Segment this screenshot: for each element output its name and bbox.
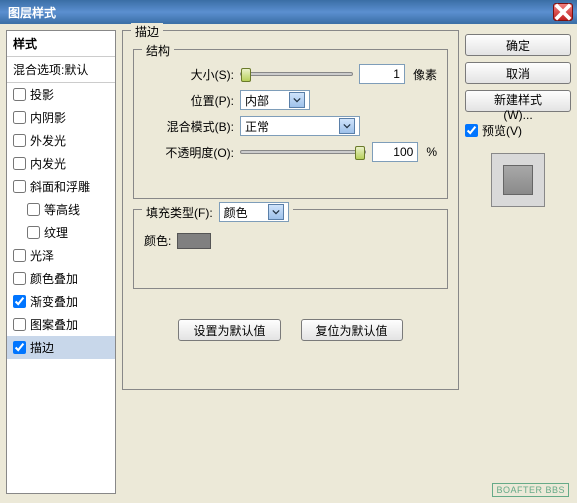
structure-group: 结构 大小(S): 像素 位置(P): 内部 混合模式(B): — [133, 49, 448, 199]
set-default-button[interactable]: 设置为默认值 — [178, 319, 280, 341]
right-panel: 确定 取消 新建样式(W)... 预览(V) — [465, 30, 571, 494]
styles-sidebar: 样式 混合选项:默认 投影内阴影外发光内发光斜面和浮雕等高线纹理光泽颜色叠加渐变… — [6, 30, 116, 494]
opacity-row: 不透明度(O): % — [144, 142, 437, 162]
sidebar-item-label: 内阴影 — [30, 109, 66, 126]
stroke-group-label: 描边 — [131, 23, 163, 40]
new-style-button[interactable]: 新建样式(W)... — [465, 90, 571, 112]
filltype-group: 填充类型(F): 颜色 颜色: — [133, 209, 448, 289]
sidebar-item-label: 纹理 — [44, 224, 68, 241]
sidebar-item-5[interactable]: 等高线 — [7, 198, 115, 221]
sidebar-checkbox-6[interactable] — [27, 226, 40, 239]
size-label: 大小(S): — [144, 66, 234, 83]
color-label: 颜色: — [144, 232, 171, 249]
sidebar-checkbox-7[interactable] — [13, 249, 26, 262]
sidebar-checkbox-5[interactable] — [27, 203, 40, 216]
window-title: 图层样式 — [4, 4, 553, 21]
chevron-down-icon — [268, 204, 284, 220]
sidebar-checkbox-1[interactable] — [13, 111, 26, 124]
blendmode-select[interactable]: 正常 — [240, 116, 360, 136]
preview-box — [491, 153, 545, 207]
sidebar-item-label: 颜色叠加 — [30, 270, 78, 287]
opacity-input[interactable] — [372, 142, 418, 162]
size-input[interactable] — [359, 64, 405, 84]
default-buttons: 设置为默认值 复位为默认值 — [133, 319, 448, 341]
opacity-unit: % — [426, 145, 437, 159]
titlebar: 图层样式 — [0, 0, 577, 24]
dialog-content: 样式 混合选项:默认 投影内阴影外发光内发光斜面和浮雕等高线纹理光泽颜色叠加渐变… — [0, 24, 577, 500]
size-unit: 像素 — [413, 66, 437, 83]
structure-label: 结构 — [142, 42, 174, 59]
opacity-slider[interactable] — [240, 150, 366, 154]
sidebar-item-label: 斜面和浮雕 — [30, 178, 90, 195]
watermark: BOAFTER BBS — [492, 483, 569, 497]
ok-button[interactable]: 确定 — [465, 34, 571, 56]
preview-swatch — [503, 165, 533, 195]
sidebar-item-label: 外发光 — [30, 132, 66, 149]
preview-label: 预览(V) — [482, 122, 522, 139]
position-value: 内部 — [245, 92, 285, 109]
sidebar-item-label: 图案叠加 — [30, 316, 78, 333]
filltype-inline: 填充类型(F): 颜色 — [142, 202, 293, 222]
sidebar-item-label: 等高线 — [44, 201, 80, 218]
sidebar-item-6[interactable]: 纹理 — [7, 221, 115, 244]
sidebar-item-label: 光泽 — [30, 247, 54, 264]
chevron-down-icon — [339, 118, 355, 134]
blendmode-label: 混合模式(B): — [144, 118, 234, 135]
filltype-value: 颜色 — [224, 204, 264, 221]
blendmode-row: 混合模式(B): 正常 — [144, 116, 437, 136]
sidebar-item-7[interactable]: 光泽 — [7, 244, 115, 267]
color-row: 颜色: — [144, 232, 437, 249]
position-row: 位置(P): 内部 — [144, 90, 437, 110]
chevron-down-icon — [289, 92, 305, 108]
sidebar-checkbox-9[interactable] — [13, 295, 26, 308]
sidebar-item-8[interactable]: 颜色叠加 — [7, 267, 115, 290]
reset-default-button[interactable]: 复位为默认值 — [301, 319, 403, 341]
sidebar-header: 样式 — [7, 31, 115, 57]
position-select[interactable]: 内部 — [240, 90, 310, 110]
filltype-select[interactable]: 颜色 — [219, 202, 289, 222]
close-icon — [554, 3, 572, 21]
opacity-label: 不透明度(O): — [144, 144, 234, 161]
sidebar-item-9[interactable]: 渐变叠加 — [7, 290, 115, 313]
sidebar-checkbox-3[interactable] — [13, 157, 26, 170]
sidebar-item-3[interactable]: 内发光 — [7, 152, 115, 175]
sidebar-item-label: 渐变叠加 — [30, 293, 78, 310]
sidebar-checkbox-4[interactable] — [13, 180, 26, 193]
cancel-button[interactable]: 取消 — [465, 62, 571, 84]
sidebar-item-1[interactable]: 内阴影 — [7, 106, 115, 129]
sidebar-item-4[interactable]: 斜面和浮雕 — [7, 175, 115, 198]
sidebar-item-label: 投影 — [30, 86, 54, 103]
stroke-group: 描边 结构 大小(S): 像素 位置(P): 内部 混 — [122, 30, 459, 390]
sidebar-checkbox-10[interactable] — [13, 318, 26, 331]
sidebar-checkbox-11[interactable] — [13, 341, 26, 354]
sidebar-item-0[interactable]: 投影 — [7, 83, 115, 106]
sidebar-item-label: 内发光 — [30, 155, 66, 172]
sidebar-checkbox-0[interactable] — [13, 88, 26, 101]
position-label: 位置(P): — [144, 92, 234, 109]
preview-row: 预览(V) — [465, 122, 571, 139]
settings-panel: 描边 结构 大小(S): 像素 位置(P): 内部 混 — [122, 30, 459, 494]
close-button[interactable] — [553, 3, 573, 21]
filltype-label: 填充类型(F): — [146, 204, 213, 221]
sidebar-item-2[interactable]: 外发光 — [7, 129, 115, 152]
size-slider[interactable] — [240, 72, 353, 76]
sidebar-item-label: 描边 — [30, 339, 54, 356]
sidebar-item-10[interactable]: 图案叠加 — [7, 313, 115, 336]
sidebar-checkbox-2[interactable] — [13, 134, 26, 147]
sidebar-checkbox-8[interactable] — [13, 272, 26, 285]
sidebar-blend-options[interactable]: 混合选项:默认 — [7, 57, 115, 83]
sidebar-item-11[interactable]: 描边 — [7, 336, 115, 359]
size-row: 大小(S): 像素 — [144, 64, 437, 84]
color-swatch[interactable] — [177, 233, 211, 249]
blendmode-value: 正常 — [245, 118, 335, 135]
preview-checkbox[interactable] — [465, 124, 478, 137]
